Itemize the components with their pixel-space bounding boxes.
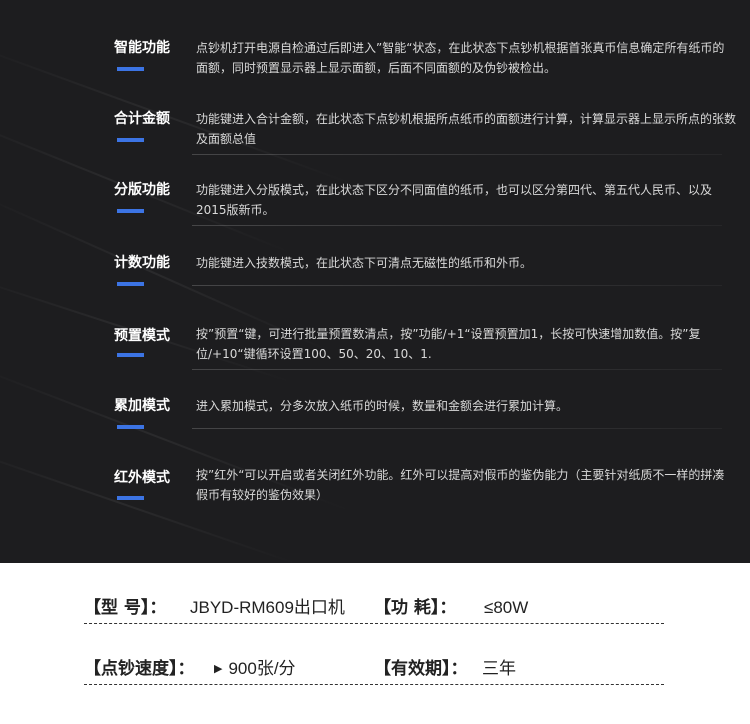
feature-title: 智能功能 <box>114 40 170 56</box>
warranty-label: 【有效期】： <box>374 659 468 679</box>
speed-label: 【点钞速度】： <box>84 659 195 679</box>
features-panel: 智能功能 点钞机打开电源自检通过后即进入”智能“状态，在此状态下点钞机根据首张真… <box>0 0 750 563</box>
spec-row-speed-warranty: 【点钞速度】： ▶ 900张/分 【有效期】： 三年 <box>84 654 664 685</box>
speed-value-wrap: ▶ 900张/分 <box>214 654 296 684</box>
accent-bar <box>117 496 144 500</box>
feature-description: 功能键进入合计金额，在此状态下点钞机根据所点纸币的面额进行计算，计算显示器上显示… <box>196 112 737 146</box>
model-label: 【型 号】： <box>84 598 167 618</box>
divider <box>192 369 722 370</box>
warranty-value: 三年 <box>482 659 516 678</box>
feature-title: 预置模式 <box>114 328 170 344</box>
feature-total-amount: 合计金额 功能键进入合计金额，在此状态下点钞机根据所点纸币的面额进行计算，计算显… <box>0 109 750 179</box>
accent-bar <box>117 282 144 286</box>
accent-bar <box>117 425 144 429</box>
feature-title: 红外模式 <box>114 470 170 486</box>
feature-title: 分版功能 <box>114 182 170 198</box>
divider <box>192 285 722 286</box>
model-value: JBYD-RM609出口机 <box>190 598 345 617</box>
divider <box>192 225 722 226</box>
feature-version-sort: 分版功能 功能键进入分版模式，在此状态下区分不同面值的纸币，也可以区分第四代、第… <box>0 180 750 250</box>
feature-title: 累加模式 <box>114 398 170 414</box>
feature-description: 功能键进入技数模式，在此状态下可清点无磁性的纸币和外币。 <box>196 256 533 270</box>
feature-count: 计数功能 功能键进入技数模式，在此状态下可清点无磁性的纸币和外币。 <box>0 253 750 323</box>
play-arrow-icon: ▶ <box>214 663 223 675</box>
feature-accumulate: 累加模式 进入累加模式，分多次放入纸币的时候，数量和金额会进行累加计算。 <box>0 396 750 466</box>
spec-panel: 【型 号】： JBYD-RM609出口机 【功 耗】： ≤80W 【点钞速度】：… <box>0 563 750 724</box>
power-value: ≤80W <box>484 598 529 617</box>
speed-value: 900张/分 <box>228 659 296 678</box>
feature-description: 功能键进入分版模式，在此状态下区分不同面值的纸币，也可以区分第四代、第五代人民币… <box>196 183 713 217</box>
feature-smart: 智能功能 点钞机打开电源自检通过后即进入”智能“状态，在此状态下点钞机根据首张真… <box>0 38 750 108</box>
divider <box>192 154 722 155</box>
feature-preset: 预置模式 按”预置“键，可进行批量预置数清点，按”功能/+1“设置预置加1，长按… <box>0 324 750 394</box>
accent-bar <box>117 67 144 71</box>
feature-description: 按”红外“可以开启或者关闭红外功能。红外可以提高对假币的鉴伪能力（主要针对纸质不… <box>196 468 725 502</box>
feature-description: 按”预置“键，可进行批量预置数清点，按”功能/+1“设置预置加1，长按可快速增加… <box>196 327 701 361</box>
feature-description: 进入累加模式，分多次放入纸币的时候，数量和金额会进行累加计算。 <box>196 399 569 413</box>
feature-title: 合计金额 <box>114 111 170 127</box>
divider <box>192 428 722 429</box>
spec-row-model-power: 【型 号】： JBYD-RM609出口机 【功 耗】： ≤80W <box>84 593 664 624</box>
feature-description: 点钞机打开电源自检通过后即进入”智能“状态，在此状态下点钞机根据首张真币信息确定… <box>196 41 725 75</box>
accent-bar <box>117 353 144 357</box>
power-label: 【功 耗】： <box>374 598 457 618</box>
feature-title: 计数功能 <box>114 255 170 271</box>
accent-bar <box>117 138 144 142</box>
accent-bar <box>117 209 144 213</box>
feature-infrared: 红外模式 按”红外“可以开启或者关闭红外功能。红外可以提高对假币的鉴伪能力（主要… <box>0 465 750 535</box>
